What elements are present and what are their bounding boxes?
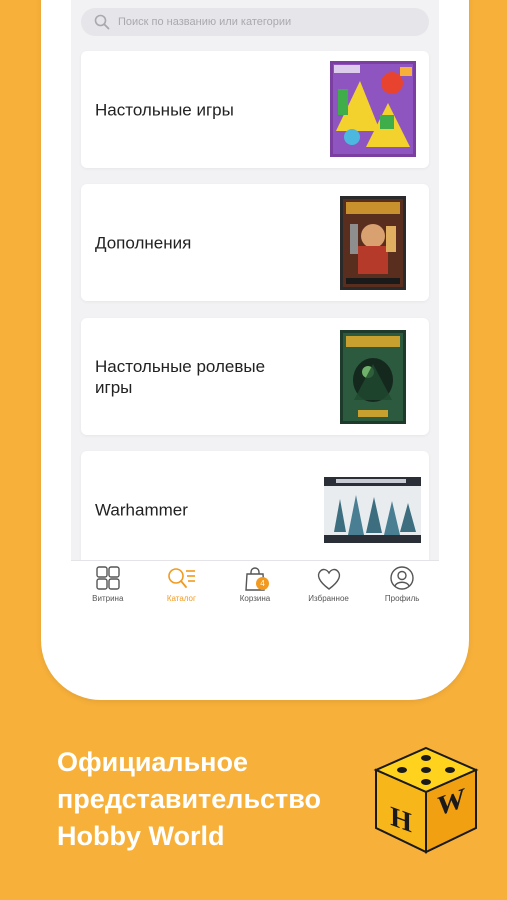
- hobby-world-dice-logo: H W: [373, 746, 479, 854]
- phone-frame: Поиск по названию или категории Настольн…: [41, 0, 469, 700]
- category-label: Warhammer: [95, 500, 188, 519]
- search-input[interactable]: Поиск по названию или категории: [118, 16, 291, 28]
- grid-icon: [96, 566, 120, 590]
- tab-cart[interactable]: 4 Корзина: [218, 561, 292, 621]
- rpg-book-image: [340, 330, 406, 424]
- tab-catalog[interactable]: Каталог: [145, 561, 219, 621]
- tab-label: Витрина: [92, 594, 124, 603]
- category-card-expansions[interactable]: Дополнения: [81, 184, 429, 301]
- profile-icon: [390, 566, 414, 590]
- board-game-box-image: [330, 61, 416, 157]
- cart-count-badge: 4: [255, 577, 269, 590]
- category-label: Настольные игры: [95, 100, 234, 119]
- category-label: Настольные ролевые игры: [95, 356, 266, 397]
- tab-label: Профиль: [384, 594, 420, 603]
- warhammer-box-image: [324, 477, 421, 543]
- promo-headline: Официальное представительство Hobby Worl…: [57, 744, 377, 855]
- category-card-board-games[interactable]: Настольные игры: [81, 51, 429, 168]
- promo-line: Hobby World: [57, 821, 225, 851]
- promo-line: представительство: [57, 784, 322, 814]
- tab-profile[interactable]: Профиль: [365, 561, 439, 621]
- search-icon: [94, 14, 110, 30]
- category-card-warhammer[interactable]: Warhammer: [81, 451, 429, 560]
- tab-showcase[interactable]: Витрина: [71, 561, 145, 621]
- expansion-box-image: [340, 196, 406, 290]
- tab-label: Корзина: [239, 594, 271, 603]
- tab-label: Избранное: [308, 594, 349, 603]
- tab-label: Каталог: [166, 594, 196, 603]
- catalog-screen: Поиск по названию или категории Настольн…: [71, 0, 439, 560]
- heart-icon: [317, 568, 340, 590]
- category-label: Дополнения: [95, 233, 192, 252]
- search-bar[interactable]: Поиск по названию или категории: [81, 8, 429, 36]
- bottom-tab-bar: Витрина Каталог 4 Корзина Избранное Проф…: [71, 560, 439, 621]
- catalog-search-icon: [168, 568, 196, 588]
- category-card-rpg[interactable]: Настольные ролевые игры: [81, 318, 429, 435]
- tab-favorites[interactable]: Избранное: [292, 561, 366, 621]
- promo-line: Официальное: [57, 747, 249, 777]
